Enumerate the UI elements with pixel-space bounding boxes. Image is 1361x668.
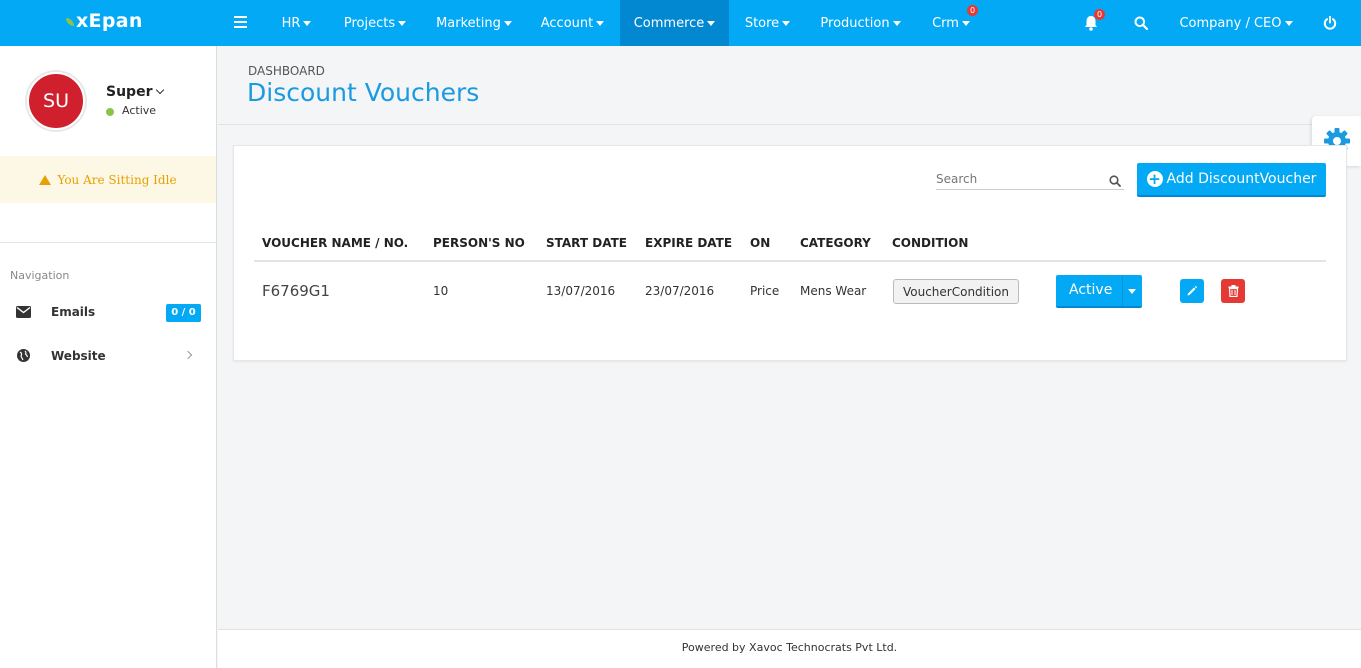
envelope-icon bbox=[16, 306, 31, 322]
caret-down-icon[interactable] bbox=[1128, 289, 1136, 294]
nav-marketing[interactable]: Marketing bbox=[426, 0, 522, 46]
persons-count: 10 bbox=[433, 284, 449, 298]
nav-heading: Navigation bbox=[10, 269, 70, 282]
power-icon[interactable] bbox=[1323, 15, 1337, 34]
sidebar-item-website[interactable]: Website bbox=[0, 338, 216, 374]
user-menu[interactable]: Company / CEO bbox=[1176, 0, 1296, 46]
avatar[interactable]: SU bbox=[27, 72, 85, 130]
plus-circle-icon: + bbox=[1146, 170, 1163, 188]
search-icon[interactable] bbox=[1134, 16, 1149, 34]
nav-commerce[interactable]: Commerce bbox=[620, 0, 729, 46]
chevron-down-icon bbox=[156, 85, 165, 95]
caret-down-icon bbox=[961, 20, 970, 26]
column-header-voucher: VOUCHER NAME / NO. bbox=[262, 236, 409, 250]
caret-down-icon bbox=[596, 20, 605, 26]
table-header-divider bbox=[254, 260, 1326, 262]
trash-icon bbox=[1228, 285, 1238, 297]
footer: Powered by Xavoc Technocrats Pvt Ltd. bbox=[218, 629, 1361, 668]
caret-down-icon bbox=[707, 20, 716, 26]
add-discount-voucher-button[interactable]: + Add DiscountVoucher bbox=[1137, 163, 1326, 197]
nav-production[interactable]: Production bbox=[812, 0, 909, 46]
sidebar-divider bbox=[0, 242, 216, 243]
voucher-code: F6769G1 bbox=[262, 282, 330, 300]
globe-icon bbox=[17, 349, 30, 366]
search-icon[interactable] bbox=[1109, 175, 1121, 191]
nav-projects[interactable]: Projects bbox=[332, 0, 418, 46]
caret-down-icon bbox=[1284, 20, 1293, 26]
online-status-dot bbox=[106, 108, 114, 116]
breadcrumb[interactable]: DASHBOARD bbox=[248, 64, 325, 78]
nav-account[interactable]: Account bbox=[530, 0, 615, 46]
top-navbar: xEpan HR Projects Marketing Account Comm… bbox=[0, 0, 1361, 46]
crm-badge: 0 bbox=[967, 5, 978, 16]
page-header: DASHBOARD Discount Vouchers bbox=[218, 46, 1361, 125]
leaf-icon bbox=[66, 18, 74, 26]
column-header-category: CATEGORY bbox=[800, 236, 871, 250]
search-input[interactable] bbox=[936, 172, 1106, 186]
column-header-persons: PERSON'S NO bbox=[433, 236, 525, 250]
sidebar-item-label: Emails bbox=[51, 305, 96, 319]
caret-down-icon bbox=[398, 20, 407, 26]
app-logo[interactable]: xEpan bbox=[66, 10, 143, 32]
status-dropdown-button[interactable]: Active bbox=[1056, 275, 1142, 308]
status-label: Active bbox=[1069, 282, 1113, 298]
voucher-condition-button[interactable]: VoucherCondition bbox=[893, 279, 1019, 304]
pencil-icon bbox=[1187, 285, 1198, 296]
column-header-start-date: START DATE bbox=[546, 236, 627, 250]
column-header-condition: CONDITION bbox=[892, 236, 969, 250]
user-name[interactable]: Super bbox=[106, 84, 165, 100]
nav-store[interactable]: Store bbox=[735, 0, 800, 46]
edit-button[interactable] bbox=[1180, 279, 1204, 303]
nav-hr[interactable]: HR bbox=[269, 0, 324, 46]
warning-icon bbox=[39, 174, 52, 185]
caret-down-icon bbox=[503, 20, 512, 26]
delete-button[interactable] bbox=[1221, 279, 1245, 303]
applies-on: Price bbox=[750, 284, 780, 298]
start-date: 13/07/2016 bbox=[546, 284, 616, 298]
category: Mens Wear bbox=[800, 284, 867, 298]
column-header-on: ON bbox=[750, 236, 771, 250]
page-title: Discount Vouchers bbox=[247, 78, 480, 107]
expire-date: 23/07/2016 bbox=[645, 284, 715, 298]
caret-down-icon bbox=[303, 20, 312, 26]
column-header-expire-date: EXPIRE DATE bbox=[645, 236, 733, 250]
search-field[interactable] bbox=[936, 172, 1124, 190]
emails-count-badge: 0 / 0 bbox=[166, 304, 201, 322]
hamburger-menu-icon[interactable] bbox=[234, 16, 247, 28]
notification-badge: 0 bbox=[1094, 9, 1105, 20]
sidebar-item-label: Website bbox=[51, 349, 106, 363]
sidebar: SU Super Active You Are Sitting Idle Nav… bbox=[0, 46, 217, 668]
app-logo-text: xEpan bbox=[76, 10, 143, 32]
caret-down-icon bbox=[782, 20, 791, 26]
user-status: Active bbox=[122, 104, 157, 117]
caret-down-icon bbox=[892, 20, 901, 26]
idle-alert: You Are Sitting Idle bbox=[0, 156, 216, 203]
